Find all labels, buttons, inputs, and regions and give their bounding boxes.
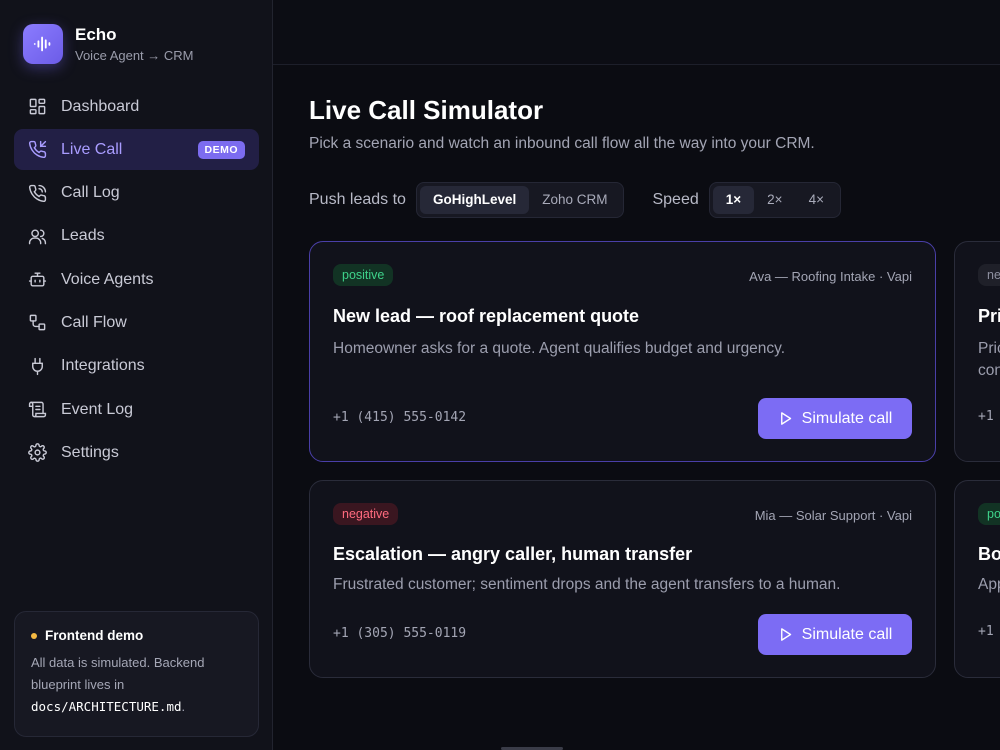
app-subtitle: Voice Agent → CRM <box>75 48 194 63</box>
scenario-title: Escalation — angry caller, human transfe… <box>333 544 693 564</box>
crm-option-gohighlevel[interactable]: GoHighLevel <box>419 186 530 214</box>
sidebar: Echo Voice Agent → CRM Dashboard Live Ca… <box>0 0 273 750</box>
sidebar-item-label: Leads <box>61 227 105 245</box>
sidebar-item-label: Dashboard <box>61 97 140 115</box>
architecture-doc-path: docs/ARCHITECTURE.md <box>31 699 182 714</box>
page-subtitle: Pick a scenario and watch an inbound cal… <box>309 135 815 152</box>
speed-label: Speed <box>652 191 699 208</box>
sidebar-item-integrations[interactable]: Integrations <box>14 346 259 387</box>
sidebar-item-live-call[interactable]: Live Call DEMO <box>14 129 259 171</box>
brand[interactable]: Echo Voice Agent → CRM <box>23 24 194 64</box>
demo-text: All data is simulated. Backend blueprint… <box>31 655 205 714</box>
sentiment-badge: negative <box>333 503 399 525</box>
sidebar-item-call-flow[interactable]: Call Flow <box>14 302 259 343</box>
speed-option-1x[interactable]: 1× <box>712 186 755 214</box>
simulate-call-button[interactable]: Simulate call <box>758 614 912 655</box>
sidebar-item-dashboard[interactable]: Dashboard <box>14 86 259 127</box>
flow-icon <box>27 313 47 333</box>
scenario-title: Bo <box>978 544 1000 564</box>
sidebar-item-label: Event Log <box>61 400 134 418</box>
demo-title: Frontend demo <box>45 628 144 643</box>
scenario-description: App <box>978 576 1000 593</box>
scenario-card-peek[interactable]: ne Pri Pric con +1 <box>954 241 1000 462</box>
bot-icon <box>27 270 47 290</box>
scenario-description: Frustrated customer; sentiment drops and… <box>333 576 841 593</box>
sentiment-badge: po <box>978 503 1000 525</box>
sidebar-item-label: Live Call <box>61 140 123 158</box>
scenario-card[interactable]: negative Mia — Solar Support · Vapi Esca… <box>309 480 936 678</box>
play-icon <box>780 412 791 425</box>
speed-option-4x[interactable]: 4× <box>796 186 837 214</box>
main-content: Live Call Simulator Pick a scenario and … <box>273 65 1000 750</box>
sidebar-item-settings[interactable]: Settings <box>14 432 259 473</box>
scroll-icon <box>27 400 47 420</box>
play-icon <box>780 628 791 641</box>
top-bar <box>273 0 1000 65</box>
agent-meta: Mia — Solar Support · Vapi <box>754 508 912 523</box>
sidebar-item-call-log[interactable]: Call Log <box>14 173 259 214</box>
gear-icon <box>27 443 47 463</box>
scenario-card[interactable]: positive Ava — Roofing Intake · Vapi New… <box>309 241 936 462</box>
status-dot-icon <box>31 632 37 639</box>
crm-selector: GoHighLevel Zoho CRM <box>415 182 625 218</box>
push-leads-label: Push leads to <box>309 191 406 208</box>
simulate-call-button[interactable]: Simulate call <box>758 398 912 439</box>
scenario-card-peek[interactable]: po Bo App +1 <box>954 480 1000 678</box>
caller-phone: +1 <box>978 624 994 639</box>
waveform-logo-icon <box>23 24 63 64</box>
plug-icon <box>27 356 47 376</box>
speed-option-2x[interactable]: 2× <box>754 186 795 214</box>
sidebar-item-voice-agents[interactable]: Voice Agents <box>14 259 259 300</box>
sidebar-nav: Dashboard Live Call DEMO Call Log Leads <box>14 86 259 476</box>
scenario-title: New lead — roof replacement quote <box>333 306 640 326</box>
sidebar-item-label: Call Flow <box>61 313 127 331</box>
sidebar-item-leads[interactable]: Leads <box>14 216 259 257</box>
sidebar-item-label: Call Log <box>61 184 120 202</box>
users-icon <box>27 226 47 246</box>
phone-icon <box>27 183 47 203</box>
dashboard-icon <box>27 97 47 117</box>
sentiment-badge: positive <box>333 264 394 286</box>
scenario-title: Pri <box>978 306 1000 326</box>
demo-badge: DEMO <box>197 141 245 160</box>
sentiment-badge: ne <box>978 264 1000 286</box>
sidebar-item-label: Voice Agents <box>61 270 154 288</box>
scenario-description: Homeowner asks for a quote. Agent qualif… <box>333 340 786 357</box>
simulator-controls: Push leads to GoHighLevel Zoho CRM Speed… <box>309 182 841 218</box>
caller-phone: +1 <box>978 409 994 424</box>
sidebar-item-label: Settings <box>61 443 119 461</box>
scenario-description: Pric con <box>978 340 1000 379</box>
app-title: Echo <box>75 25 117 44</box>
frontend-demo-notice: Frontend demo All data is simulated. Bac… <box>14 611 259 737</box>
caller-phone: +1 (305) 555-0119 <box>333 626 467 641</box>
sidebar-item-label: Integrations <box>61 357 145 375</box>
page-title: Live Call Simulator <box>309 95 544 125</box>
phone-incoming-icon <box>27 140 47 160</box>
caller-phone: +1 (415) 555-0142 <box>333 410 467 425</box>
speed-selector: 1× 2× 4× <box>708 182 841 218</box>
agent-meta: Ava — Roofing Intake · Vapi <box>749 269 912 284</box>
sidebar-item-event-log[interactable]: Event Log <box>14 389 259 430</box>
crm-option-zoho[interactable]: Zoho CRM <box>529 186 620 214</box>
